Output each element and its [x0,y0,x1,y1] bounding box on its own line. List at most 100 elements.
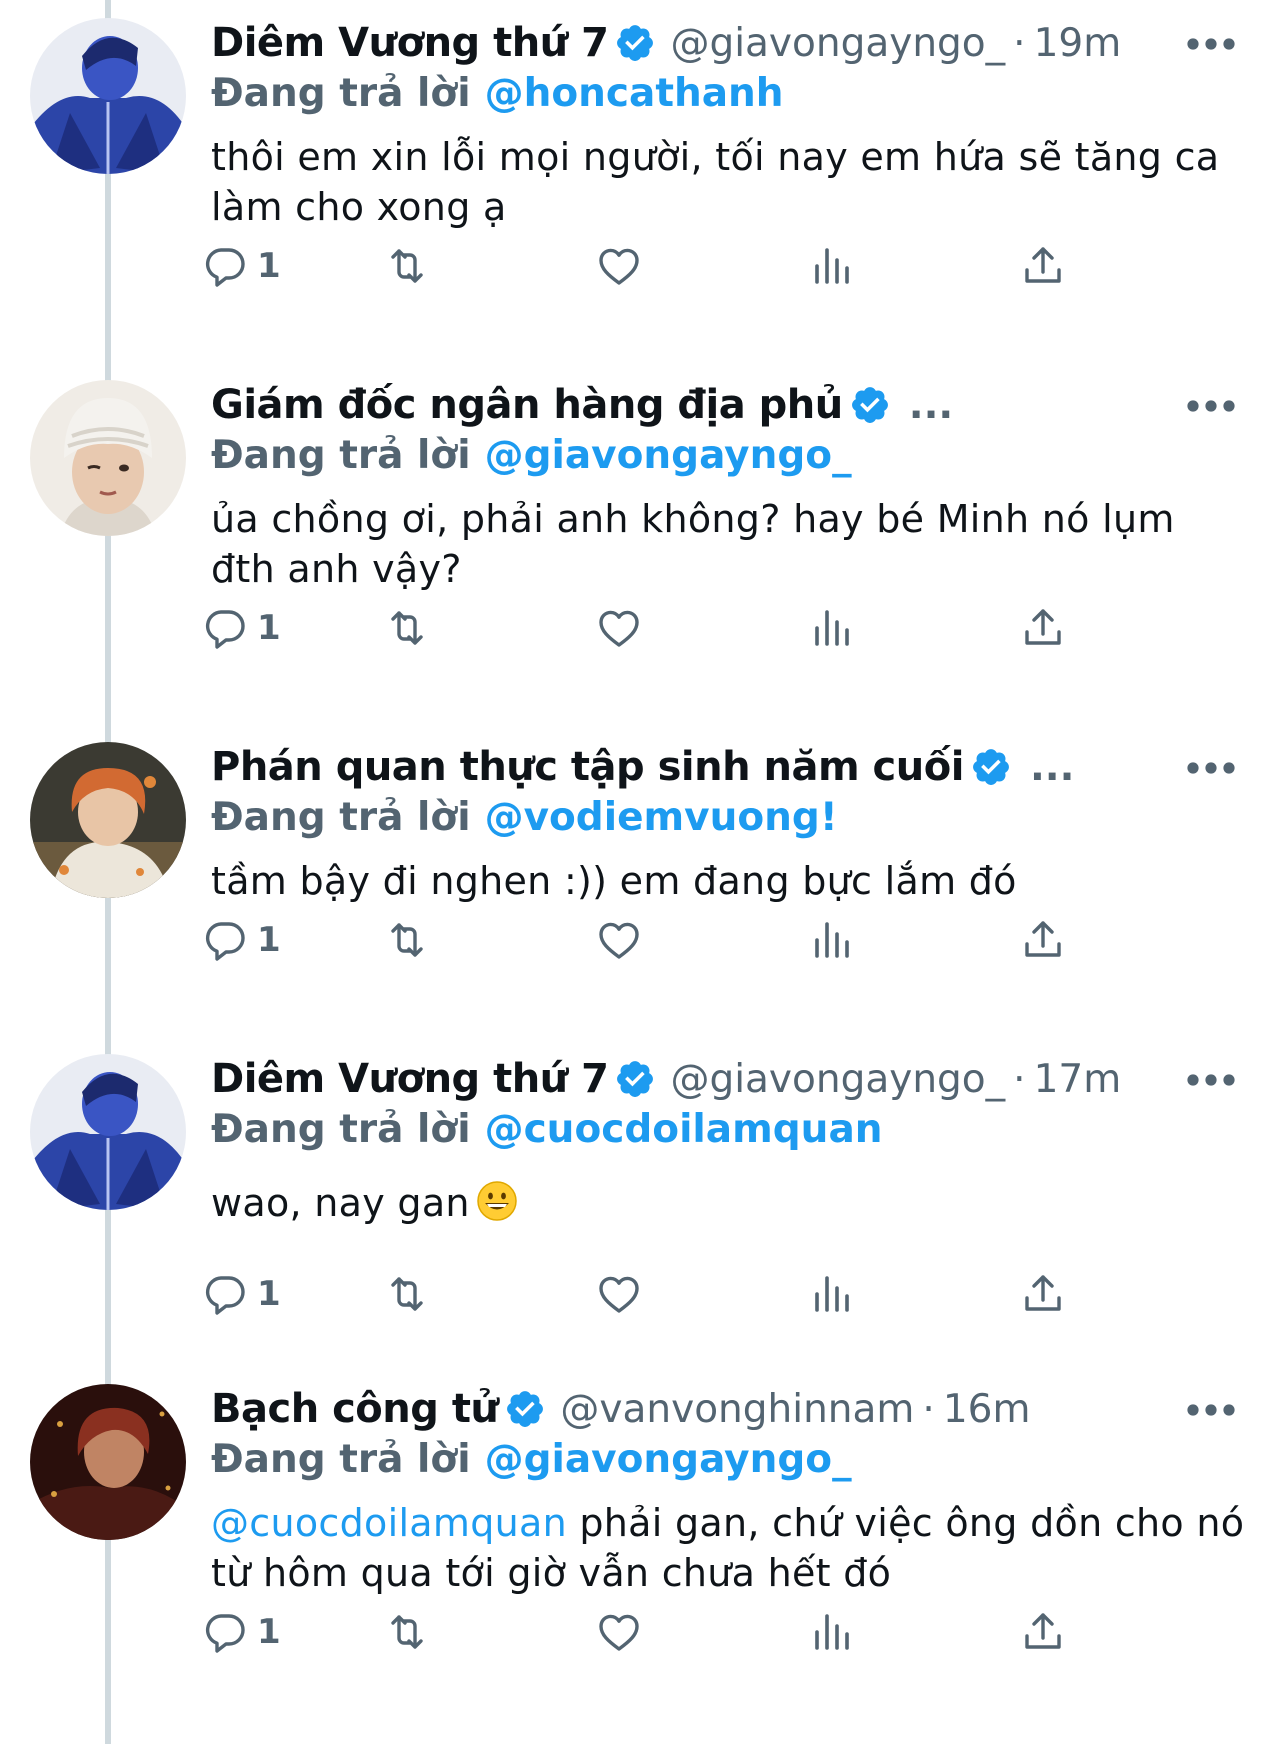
heart-icon [595,242,643,290]
replying-to-mention[interactable]: @vodiemvuong! [485,795,838,840]
retweet-icon [383,1608,431,1656]
replying-label: Đang trả lời [211,794,471,840]
user-handle[interactable]: @giavongayngo_ [670,1057,1005,1102]
stats-button[interactable] [807,598,855,658]
action-bar: 1 [211,236,1251,296]
display-name[interactable]: Giám đốc ngân hàng địa phủ [211,382,843,428]
share-icon [1019,916,1067,964]
replying-label: Đang trả lời [211,1106,471,1152]
name-truncation: ... [1029,744,1075,790]
display-name[interactable]: Phán quan thực tập sinh năm cuối [211,744,964,790]
stats-button[interactable] [807,910,855,970]
action-bar: 1 [211,1264,1251,1324]
reply-icon [201,916,249,964]
reply-button[interactable]: 1 [201,1264,281,1324]
avatar[interactable] [30,18,186,174]
blue-jacket-avatar-icon [30,18,186,174]
share-button[interactable] [1019,1602,1067,1662]
stats-icon [807,1270,855,1318]
share-button[interactable] [1019,910,1067,970]
more-options-icon[interactable] [1181,384,1241,428]
timestamp[interactable]: 17m [1034,1057,1122,1102]
replying-to-mention[interactable]: @cuocdoilamquan [485,1107,883,1152]
reply-count: 1 [257,920,281,960]
more-options-icon[interactable] [1181,22,1241,66]
verified-badge-icon [614,22,656,64]
action-bar: 1 [211,1602,1251,1662]
avatar[interactable] [30,742,186,898]
like-button[interactable] [595,1264,643,1324]
avatar[interactable] [30,1384,186,1540]
verified-badge-icon [504,1388,546,1430]
like-button[interactable] [595,1602,643,1662]
tweet-text: thôi em xin lỗi mọi người, tối nay em hứ… [211,135,1220,229]
reply-count: 1 [257,1612,281,1652]
like-button[interactable] [595,598,643,658]
retweet-icon [383,242,431,290]
reply-icon [201,1608,249,1656]
avatar[interactable] [30,380,186,536]
more-options-icon[interactable] [1181,1388,1241,1432]
user-handle[interactable]: @giavongayngo_ [670,21,1005,66]
reply-button[interactable]: 1 [201,598,281,658]
tweet-text-row: @cuocdoilamquan phải gan, chứ việc ông d… [211,1498,1251,1598]
tweet-text: wao, nay gan [211,1181,470,1225]
verified-badge-icon [849,384,891,426]
display-name[interactable]: Diêm Vương thứ 7 [211,20,609,66]
text-mention[interactable]: @cuocdoilamquan [211,1501,567,1545]
share-button[interactable] [1019,598,1067,658]
verified-badge-icon [970,746,1012,788]
stats-icon [807,916,855,964]
more-options-icon[interactable] [1181,1058,1241,1102]
replying-to-mention[interactable]: @giavongayngo_ [485,1437,852,1482]
retweet-button[interactable] [383,236,431,296]
stats-button[interactable] [807,1602,855,1662]
replying-label: Đang trả lời [211,432,471,478]
timestamp[interactable]: 16m [943,1387,1031,1432]
dark-red-avatar-icon [30,1384,186,1540]
share-button[interactable] [1019,236,1067,296]
retweet-icon [383,916,431,964]
retweet-button[interactable] [383,1602,431,1662]
share-icon [1019,604,1067,652]
reply-count: 1 [257,1274,281,1314]
share-button[interactable] [1019,1264,1067,1324]
retweet-icon [383,604,431,652]
heart-icon [595,1270,643,1318]
separator-dot: · [1013,20,1026,66]
timestamp[interactable]: 19m [1034,21,1122,66]
retweet-button[interactable] [383,598,431,658]
reply-button[interactable]: 1 [201,1602,281,1662]
reply-button[interactable]: 1 [201,910,281,970]
like-button[interactable] [595,236,643,296]
more-options-icon[interactable] [1181,746,1241,790]
heart-icon [595,916,643,964]
action-bar: 1 [211,910,1251,970]
stats-button[interactable] [807,236,855,296]
retweet-button[interactable] [383,910,431,970]
replying-label: Đang trả lời [211,70,471,116]
reply-button[interactable]: 1 [201,236,281,296]
stats-icon [807,1608,855,1656]
replying-label: Đang trả lời [211,1436,471,1482]
blue-jacket-avatar-icon [30,1054,186,1210]
like-button[interactable] [595,910,643,970]
user-handle[interactable]: @vanvonghinnam [560,1387,914,1432]
heart-icon [595,1608,643,1656]
reply-icon [201,242,249,290]
display-name[interactable]: Diêm Vương thứ 7 [211,1056,609,1102]
share-icon [1019,1608,1067,1656]
stats-button[interactable] [807,1264,855,1324]
white-beanie-avatar-icon [30,380,186,536]
retweet-icon [383,1270,431,1318]
tweet-text: tầm bậy đi nghen :)) em đang bực lắm đó [211,859,1017,903]
display-name[interactable]: Bạch công tử [211,1386,499,1432]
replying-to-mention[interactable]: @giavongayngo_ [485,433,852,478]
separator-dot: · [1013,1056,1026,1102]
stats-icon [807,242,855,290]
reply-count: 1 [257,608,281,648]
avatar[interactable] [30,1054,186,1210]
retweet-button[interactable] [383,1264,431,1324]
replying-to-mention[interactable]: @honcathanh [485,71,784,116]
tweet-text: ủa chồng ơi, phải anh không? hay bé Minh… [211,497,1175,591]
